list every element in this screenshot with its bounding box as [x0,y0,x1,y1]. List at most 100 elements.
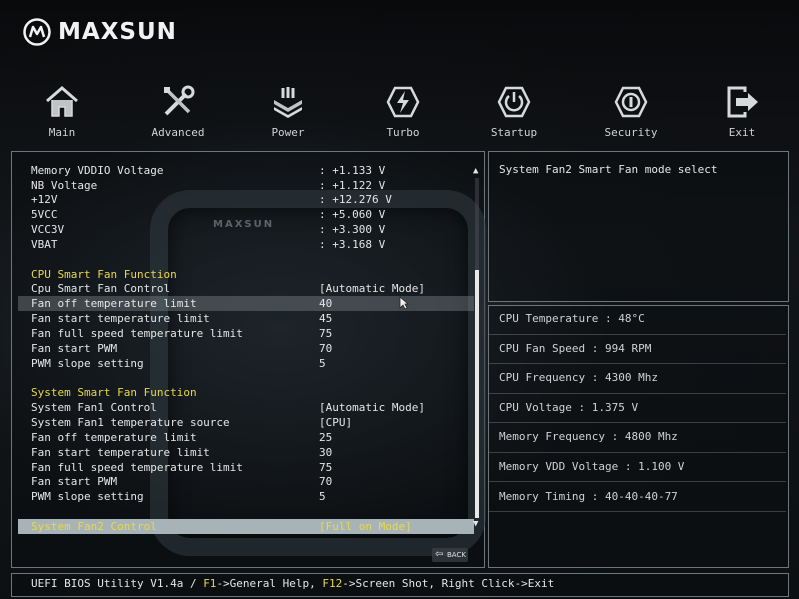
home-icon [46,86,78,117]
setting-value: : +1.133 V [319,164,386,177]
nav-label-startup: Startup [490,126,538,139]
setting-row[interactable]: Cpu Smart Fan Control [Automatic Mode] [18,281,474,296]
setting-row[interactable]: Fan start PWM 70 [18,341,474,356]
nav-label-advanced: Advanced [151,126,205,139]
lightning-icon [386,86,420,118]
scroll-up-arrow-icon[interactable]: ▲ [473,166,478,176]
power-icon [497,86,531,118]
nav-label-power: Power [271,126,305,139]
setting-label: Fan off temperature limit [31,297,197,310]
status-bar-text: UEFI BIOS Utility V1.4a / F1->General He… [31,577,554,590]
info-divider [489,422,786,423]
setting-value: 70 [319,342,333,355]
setting-row[interactable]: PWM slope setting 5 [18,489,474,504]
info-divider [489,452,786,453]
setting-value: 5 [319,490,326,503]
setting-value: : +12.276 V [319,193,392,206]
setting-label: Memory VDDIO Voltage [31,164,164,177]
setting-row[interactable]: System Fan1 temperature source [CPU] [18,415,474,430]
info-memory-frequency: Memory Frequency : 4800 Mhz [499,430,678,443]
setting-value: 75 [319,461,333,474]
setting-row-selected[interactable]: System Fan2 Control [Full on Mode] [18,519,474,534]
setting-row: 5VCC : +5.060 V [18,207,474,222]
back-button-label: BACK [447,551,466,559]
scroll-down-arrow-icon[interactable]: ▼ [473,519,478,529]
section-title: CPU Smart Fan Function [31,268,177,281]
setting-value: [Automatic Mode] [319,401,425,414]
setting-value: [Full on Mode] [319,520,412,533]
setting-value: 75 [319,327,333,340]
shield-icon [614,86,648,118]
setting-label: +12V [31,193,58,206]
maxsun-logo-icon [23,18,51,46]
version-text: UEFI BIOS Utility V1.4a / [31,577,204,590]
setting-row: +12V : +12.276 V [18,192,474,207]
setting-value: : +3.168 V [319,238,386,251]
setting-value: 5 [319,357,326,370]
help-text: System Fan2 Smart Fan mode select [499,163,718,176]
back-arrow-icon: ⇦ [435,549,444,560]
nav-advanced[interactable]: Advanced [128,80,228,146]
nav-label-exit: Exit [728,126,756,139]
f1-hint: ->General Help, [216,577,323,590]
setting-label: Fan off temperature limit [31,431,197,444]
setting-label: PWM slope setting [31,490,144,503]
top-navigation: Main Advanced Power Turbo Startup Securi… [0,80,799,146]
setting-label: VBAT [31,238,58,251]
info-divider [489,334,786,335]
nav-power[interactable]: Power [238,80,338,146]
setting-value: : +1.122 V [319,179,386,192]
info-divider [489,481,786,482]
setting-row: VBAT : +3.168 V [18,237,474,252]
setting-row: VCC3V : +3.300 V [18,222,474,237]
nav-label-main: Main [48,126,76,139]
nav-exit[interactable]: Exit [692,80,792,146]
setting-value: [Automatic Mode] [319,282,425,295]
setting-row[interactable]: Fan start temperature limit 30 [18,445,474,460]
nav-label-turbo: Turbo [386,126,420,139]
setting-row: NB Voltage : +1.122 V [18,178,474,193]
setting-label: 5VCC [31,208,58,221]
brand-name: MAXSUN [58,19,177,45]
info-divider [489,393,786,394]
setting-label: Fan start temperature limit [31,446,210,459]
setting-label: VCC3V [31,223,65,236]
setting-row[interactable]: Fan off temperature limit 25 [18,430,474,445]
setting-label: Fan start PWM [31,475,118,488]
setting-row[interactable]: PWM slope setting 5 [18,356,474,371]
section-header-cpu-fan: CPU Smart Fan Function [18,267,474,282]
f12-key: F12 [322,577,343,590]
setting-row[interactable]: System Fan1 Control [Automatic Mode] [18,400,474,415]
setting-label: System Fan2 Control [31,520,157,533]
setting-label: Cpu Smart Fan Control [31,282,171,295]
nav-security[interactable]: Security [581,80,681,146]
tools-icon [164,85,195,116]
setting-row[interactable]: Fan full speed temperature limit 75 [18,460,474,475]
nav-label-security: Security [604,126,658,139]
setting-label: System Fan1 temperature source [31,416,230,429]
setting-row[interactable]: Fan full speed temperature limit 75 [18,326,474,341]
setting-value: : +3.300 V [319,223,386,236]
setting-label: NB Voltage [31,179,98,192]
setting-label: System Fan1 Control [31,401,157,414]
back-button[interactable]: ⇦ BACK [432,548,468,562]
setting-value: 70 [319,475,333,488]
setting-row[interactable]: Fan start PWM 70 [18,474,474,489]
setting-row[interactable]: Fan start temperature limit 45 [18,311,474,326]
info-memory-vdd-voltage: Memory VDD Voltage : 1.100 V [499,460,685,473]
setting-label: Fan full speed temperature limit [31,461,243,474]
setting-value: 30 [319,446,333,459]
maxsun-logo: MAXSUN [22,16,177,48]
section-title: System Smart Fan Function [31,386,197,399]
info-cpu-frequency: CPU Frequency : 4300 Mhz [499,371,658,384]
setting-label: Fan full speed temperature limit [31,327,243,340]
f1-key: F1 [203,577,217,590]
nav-startup[interactable]: Startup [464,80,564,146]
info-cpu-fan-speed: CPU Fan Speed : 994 RPM [499,342,652,355]
info-cpu-voltage: CPU Voltage : 1.375 V [499,401,639,414]
nav-main[interactable]: Main [12,80,112,146]
setting-label: PWM slope setting [31,357,144,370]
nav-turbo[interactable]: Turbo [353,80,453,146]
info-divider [489,363,786,364]
scrollbar-thumb[interactable] [475,270,479,518]
